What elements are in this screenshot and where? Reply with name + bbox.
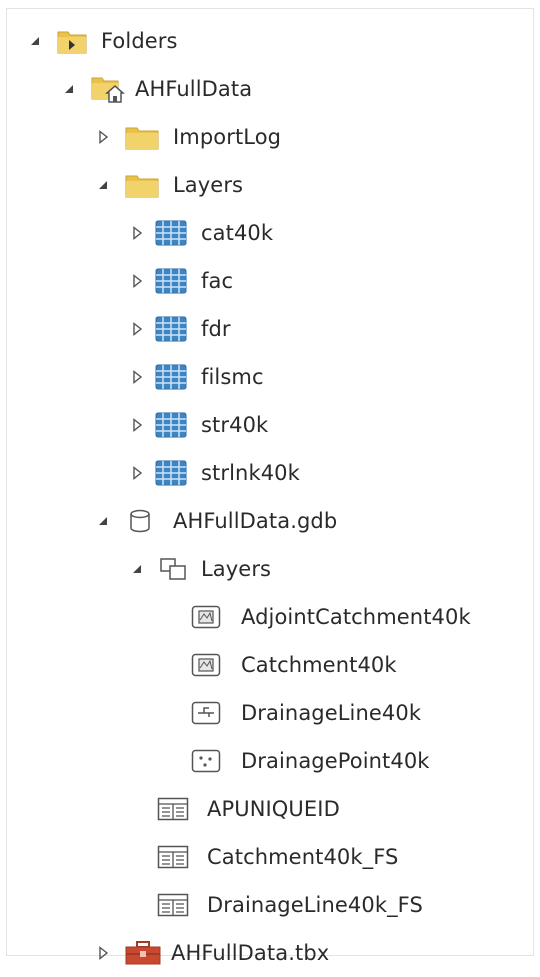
tree-node-raster[interactable]: str40k bbox=[7, 401, 535, 449]
tree-label: ImportLog bbox=[173, 125, 282, 149]
collapsed-arrow-icon[interactable] bbox=[129, 417, 145, 433]
tree-label: AdjointCatchment40k bbox=[241, 605, 471, 629]
tree-label: Catchment40k_FS bbox=[207, 845, 399, 869]
tree-node-table[interactable]: DrainageLine40k_FS bbox=[7, 881, 535, 929]
tree-node-layers-folder[interactable]: Layers bbox=[7, 161, 535, 209]
table-icon bbox=[157, 797, 189, 821]
tree-label: Layers bbox=[201, 557, 272, 581]
tree-node-raster[interactable]: strlnk40k bbox=[7, 449, 535, 497]
tree-label: cat40k bbox=[201, 221, 274, 245]
tree-label: APUNIQUEID bbox=[207, 797, 340, 821]
tree-label: Layers bbox=[173, 173, 244, 197]
feature-dataset-icon bbox=[159, 557, 187, 581]
expanded-arrow-icon[interactable] bbox=[27, 33, 43, 49]
raster-icon bbox=[155, 460, 187, 486]
tree-node-table[interactable]: Catchment40k_FS bbox=[7, 833, 535, 881]
expanded-arrow-icon[interactable] bbox=[61, 81, 77, 97]
collapsed-arrow-icon[interactable] bbox=[129, 321, 145, 337]
polygon-feature-class-icon bbox=[191, 653, 221, 677]
tree-label: Catchment40k bbox=[241, 653, 397, 677]
home-folder-icon bbox=[91, 74, 125, 104]
geodatabase-icon bbox=[129, 509, 151, 533]
tree-label: fdr bbox=[201, 317, 231, 341]
table-icon bbox=[157, 845, 189, 869]
point-feature-class-icon bbox=[191, 749, 221, 773]
collapsed-arrow-icon[interactable] bbox=[129, 369, 145, 385]
tree-node-feature-dataset[interactable]: Layers bbox=[7, 545, 535, 593]
collapsed-arrow-icon[interactable] bbox=[129, 465, 145, 481]
tree-label: AHFullData bbox=[135, 77, 253, 101]
line-feature-class-icon bbox=[191, 701, 221, 725]
catalog-tree: Folders AHFullData ImportLog Layers cat4… bbox=[7, 17, 535, 977]
raster-icon bbox=[155, 364, 187, 390]
collapsed-arrow-icon[interactable] bbox=[129, 225, 145, 241]
expanded-arrow-icon[interactable] bbox=[95, 177, 111, 193]
folder-icon bbox=[125, 124, 159, 150]
folder-icon bbox=[125, 172, 159, 198]
tree-label: filsmc bbox=[201, 365, 264, 389]
tree-label: strlnk40k bbox=[201, 461, 300, 485]
tree-label: DrainageLine40k bbox=[241, 701, 422, 725]
raster-icon bbox=[155, 220, 187, 246]
expanded-arrow-icon[interactable] bbox=[129, 561, 145, 577]
tree-label: AHFullData.tbx bbox=[171, 941, 330, 965]
catalog-pane: Folders AHFullData ImportLog Layers cat4… bbox=[6, 8, 534, 965]
collapsed-arrow-icon[interactable] bbox=[95, 945, 111, 961]
tree-node-raster[interactable]: fac bbox=[7, 257, 535, 305]
tree-node-raster[interactable]: filsmc bbox=[7, 353, 535, 401]
tree-node-toolbox[interactable]: AHFullData.tbx bbox=[7, 929, 535, 977]
polygon-feature-class-icon bbox=[191, 605, 221, 629]
tree-label: fac bbox=[201, 269, 234, 293]
tree-node-importlog[interactable]: ImportLog bbox=[7, 113, 535, 161]
tree-node-gdb[interactable]: AHFullData.gdb bbox=[7, 497, 535, 545]
tree-node-raster[interactable]: cat40k bbox=[7, 209, 535, 257]
folder-connection-icon bbox=[57, 28, 87, 54]
tree-node-feature-class[interactable]: DrainageLine40k bbox=[7, 689, 535, 737]
tree-node-raster[interactable]: fdr bbox=[7, 305, 535, 353]
expanded-arrow-icon[interactable] bbox=[95, 513, 111, 529]
tree-node-feature-class[interactable]: DrainagePoint40k bbox=[7, 737, 535, 785]
tree-node-feature-class[interactable]: Catchment40k bbox=[7, 641, 535, 689]
raster-icon bbox=[155, 268, 187, 294]
collapsed-arrow-icon[interactable] bbox=[129, 273, 145, 289]
raster-icon bbox=[155, 316, 187, 342]
tree-label: str40k bbox=[201, 413, 269, 437]
tree-label: DrainageLine40k_FS bbox=[207, 893, 423, 917]
tree-label: DrainagePoint40k bbox=[241, 749, 430, 773]
collapsed-arrow-icon[interactable] bbox=[95, 129, 111, 145]
tree-node-feature-class[interactable]: AdjointCatchment40k bbox=[7, 593, 535, 641]
raster-icon bbox=[155, 412, 187, 438]
table-icon bbox=[157, 893, 189, 917]
toolbox-icon bbox=[125, 940, 161, 966]
tree-node-folders[interactable]: Folders bbox=[7, 17, 535, 65]
tree-node-table[interactable]: APUNIQUEID bbox=[7, 785, 535, 833]
tree-label: AHFullData.gdb bbox=[173, 509, 338, 533]
tree-label: Folders bbox=[101, 29, 178, 53]
tree-node-ahfulldata[interactable]: AHFullData bbox=[7, 65, 535, 113]
